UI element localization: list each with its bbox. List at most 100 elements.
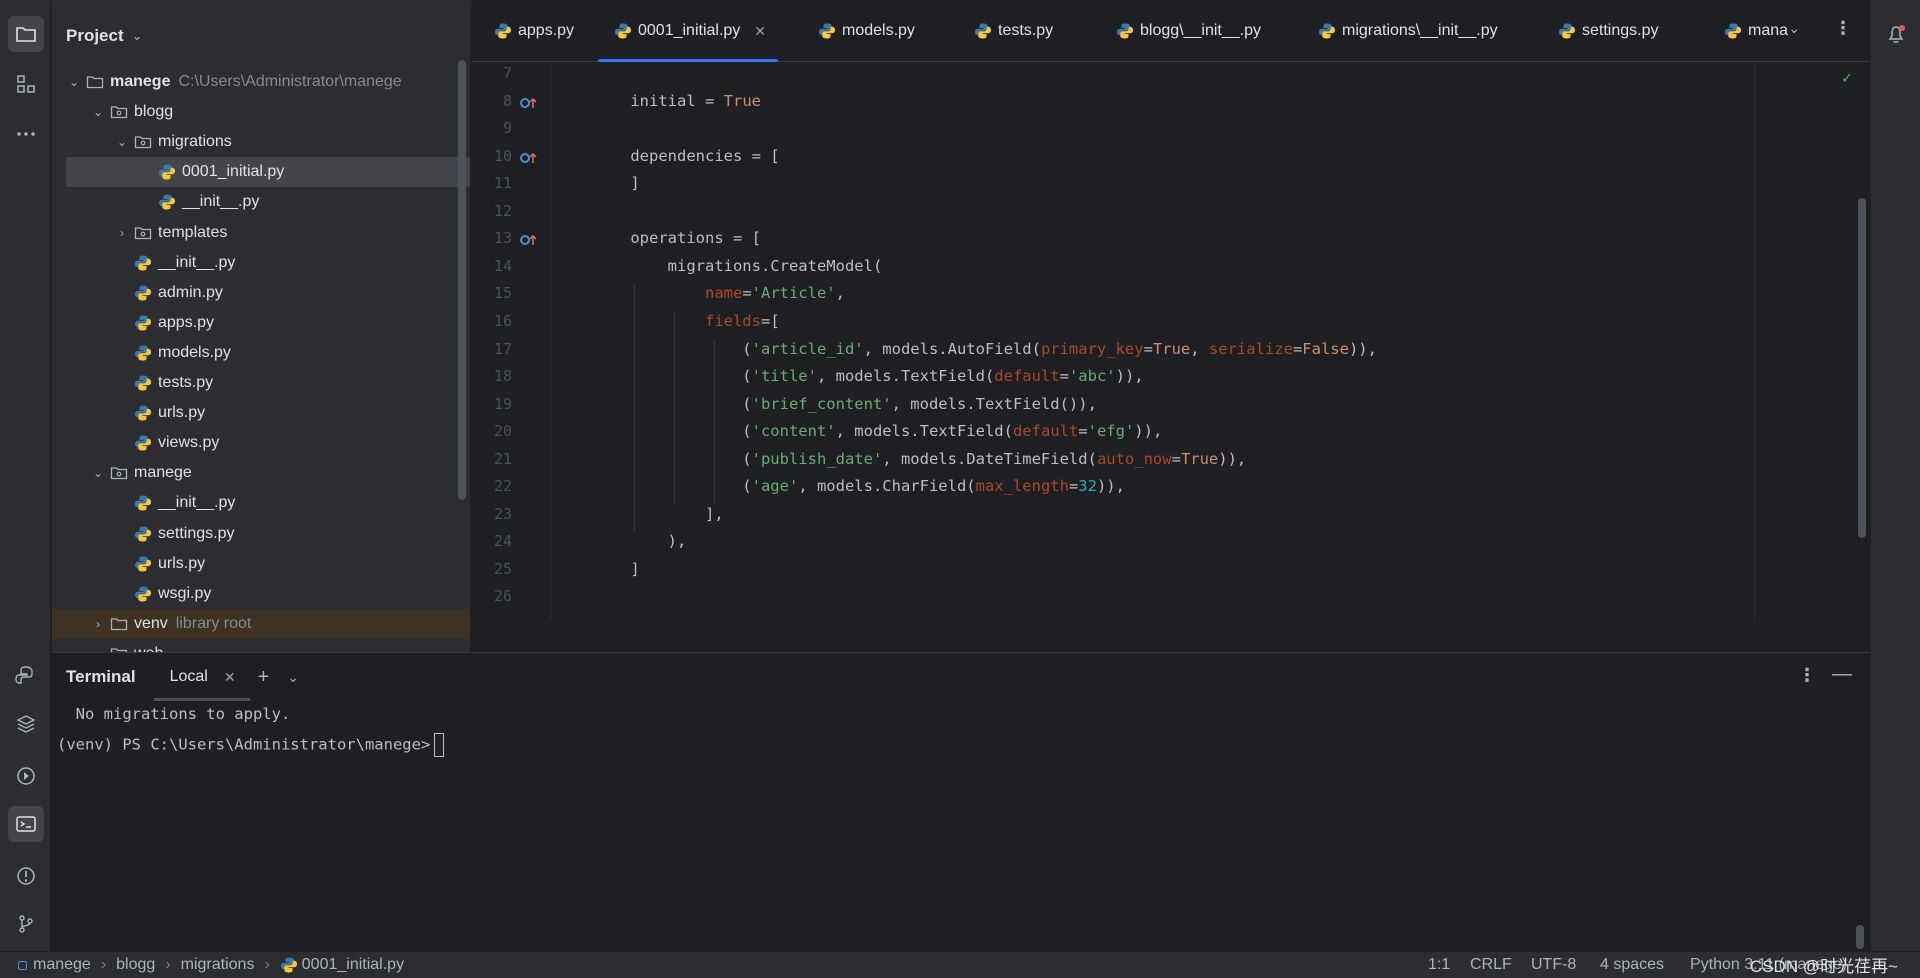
tree-item[interactable]: __init__.py (52, 187, 470, 217)
code-token: default (1012, 422, 1079, 441)
terminal-header: Terminal Local ✕ + ⌄ ⋮ — (52, 653, 1870, 701)
python-console-icon[interactable] (8, 658, 44, 694)
chevron-down-icon[interactable]: ⌄ (90, 466, 106, 480)
project-scrollbar[interactable] (458, 60, 466, 500)
tree-item-label: models.py (158, 343, 231, 361)
tree-item[interactable]: 0001_initial.py (66, 157, 470, 188)
tree-item-label: urls.py (158, 404, 206, 422)
breadcrumb-item[interactable]: manege (18, 956, 91, 974)
terminal-tab-local[interactable]: Local ✕ (153, 653, 250, 701)
project-panel-header[interactable]: Project ⌄ (52, 0, 470, 72)
layers-icon[interactable] (8, 706, 44, 742)
tree-item[interactable]: urls.py (52, 398, 470, 428)
editor-tab[interactable]: models.py (814, 0, 915, 62)
tabs-menu-icon[interactable]: ⋮ (1834, 18, 1852, 39)
chevron-down-icon[interactable]: ⌄ (132, 28, 143, 44)
python-file-icon (819, 23, 835, 39)
new-terminal-plus-icon[interactable]: + (258, 666, 270, 689)
tree-item[interactable]: __init__.py (52, 488, 470, 518)
terminal-prompt-line[interactable]: (venv) PS C:\Users\Administrator\manege> (57, 733, 445, 757)
editor-tab[interactable]: migrations\__init__.py (1314, 0, 1498, 62)
tree-item[interactable]: urls.py (52, 549, 470, 579)
editor-tab[interactable]: tests.py (970, 0, 1053, 62)
panel-splitter[interactable] (472, 620, 1870, 652)
editor-scrollbar[interactable] (1858, 198, 1866, 538)
chevron-right-icon: › (165, 956, 171, 973)
line-number: 16 (493, 311, 512, 330)
editor-tab-label: blogg\__init__.py (1140, 22, 1261, 39)
code-token: )), (1348, 339, 1377, 358)
tree-item-label: manege (134, 464, 192, 482)
tree-item[interactable]: wsgi.py (52, 579, 470, 609)
breadcrumb-item[interactable]: migrations (181, 956, 255, 974)
package-folder-icon (134, 226, 152, 239)
tree-item[interactable]: ›web (52, 639, 470, 652)
caret-position[interactable]: 1:1 (1428, 956, 1450, 974)
tree-item[interactable]: admin.py (52, 278, 470, 308)
editor-tab-label: models.py (842, 22, 915, 39)
line-number: 18 (493, 367, 512, 386)
notifications-bell-icon[interactable] (1878, 16, 1914, 52)
tree-item[interactable]: ⌄ migrations (52, 127, 470, 157)
editor-tab[interactable]: settings.py (1554, 0, 1658, 62)
python-file-icon (280, 957, 297, 973)
tree-item[interactable]: settings.py (52, 519, 470, 549)
tree-item[interactable]: views.py (52, 428, 470, 458)
structure-tool-icon[interactable] (8, 66, 44, 102)
terminal-dropdown-chevron-icon[interactable]: ⌄ (287, 669, 299, 686)
tabs-overflow-chevron-icon[interactable]: ⌄ (1788, 20, 1800, 37)
folder-icon (110, 648, 128, 652)
close-icon[interactable]: ✕ (754, 23, 766, 40)
code-token: , models.AutoField( (863, 339, 1041, 358)
terminal-menu-icon[interactable]: ⋮ (1798, 665, 1816, 686)
tree-item[interactable]: tests.py (52, 368, 470, 398)
more-tools-icon[interactable] (8, 116, 44, 152)
breadcrumb-item[interactable]: 0001_initial.py (280, 956, 404, 974)
chevron-right-icon[interactable]: › (114, 226, 130, 240)
editor-tab[interactable]: apps.py (490, 0, 574, 62)
override-gutter-icon[interactable] (520, 233, 538, 247)
tree-item[interactable]: › templates (52, 218, 470, 248)
inspection-ok-check-icon[interactable]: ✓ (1842, 68, 1852, 87)
indent-setting[interactable]: 4 spaces (1600, 956, 1664, 974)
breadcrumb-label: migrations (180, 956, 255, 973)
python-file-icon (1559, 23, 1575, 39)
git-branch-icon[interactable] (8, 906, 44, 942)
project-tool-icon[interactable] (8, 16, 44, 52)
code-token: 'title' (751, 367, 817, 386)
services-icon[interactable] (8, 758, 44, 794)
terminal-scrollbar[interactable] (1856, 925, 1864, 949)
tree-item[interactable]: models.py (52, 338, 470, 368)
chevron-down-icon[interactable]: ⌄ (90, 105, 106, 119)
tree-item[interactable]: apps.py (52, 308, 470, 338)
python-file-icon (135, 495, 151, 511)
close-icon[interactable]: ✕ (224, 669, 236, 686)
file-encoding[interactable]: UTF-8 (1531, 956, 1576, 974)
override-gutter-icon[interactable] (520, 151, 538, 165)
tree-item[interactable]: ⌄ blogg (52, 97, 470, 127)
line-ending[interactable]: CRLF (1470, 956, 1512, 974)
terminal-tool-icon[interactable] (8, 806, 44, 842)
editor-tab[interactable]: blogg\__init__.py (1112, 0, 1261, 62)
tree-item[interactable]: __init__.py (52, 248, 470, 278)
problems-icon[interactable] (8, 858, 44, 894)
chevron-down-icon[interactable]: ⌄ (114, 135, 130, 149)
tree-item[interactable]: › venv library root (52, 608, 470, 639)
chevron-right-icon[interactable]: › (90, 617, 106, 631)
python-file-icon (135, 526, 151, 541)
override-gutter-icon[interactable] (520, 96, 538, 110)
tree-item[interactable]: ⌄ manege C:\Users\Administrator\manege (52, 67, 470, 97)
minimize-icon[interactable]: — (1832, 663, 1852, 686)
editor-tab[interactable]: 0001_initial.py ✕ (598, 0, 779, 62)
tree-item-label: settings.py (158, 524, 235, 542)
breadcrumb-item[interactable]: blogg (116, 956, 155, 974)
editor-tab[interactable]: mana (1720, 0, 1792, 62)
tree-item[interactable]: ⌄ manege (52, 458, 470, 488)
code-editor[interactable]: 78 initial = True 9 10 dependencies = [11 … (472, 62, 1870, 620)
terminal-prompt: (venv) PS C:\Users\Administrator\manege> (57, 735, 431, 754)
project-panel: Project ⌄ ⌄ manege C:\Users\Administrator\… (52, 0, 471, 652)
package-folder-icon (134, 136, 152, 149)
tree-item-label: __init__.py (158, 253, 236, 271)
chevron-down-icon[interactable]: ⌄ (66, 75, 82, 89)
